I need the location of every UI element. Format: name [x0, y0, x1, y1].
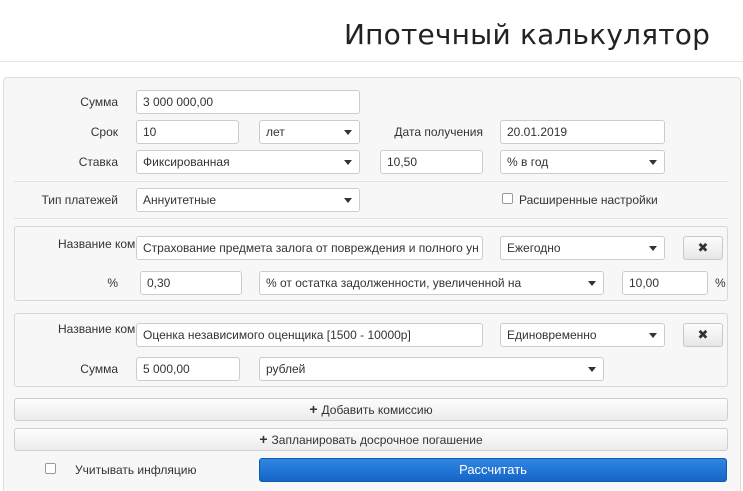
inflation-label: Учитывать инфляцию — [75, 463, 197, 477]
commission-sum-label: Сумма — [80, 362, 118, 376]
add-commission-button[interactable]: + Добавить комиссию — [14, 398, 728, 421]
payment-type-select[interactable]: Аннуитетные — [136, 188, 360, 212]
commission-base-select[interactable]: % от остатка задолженности, увеличенной … — [259, 271, 604, 295]
payment-type-value: Аннуитетные — [143, 193, 217, 207]
commission-period-select[interactable]: Единовременно — [500, 323, 665, 347]
commission-percent-input[interactable]: 0,30 — [140, 271, 242, 295]
commission-extra-input[interactable]: 10,00 — [622, 271, 708, 295]
received-date-label: Дата получения — [394, 125, 483, 139]
commission-currency-value: рублей — [266, 362, 306, 376]
commission-period-value: Единовременно — [507, 328, 597, 342]
commission-base-value: % от остатка задолженности, увеличенной … — [266, 276, 522, 290]
term-label: Срок — [90, 125, 118, 139]
commission-percent-label: % — [107, 276, 118, 290]
commission-currency-select[interactable]: рублей — [259, 357, 604, 381]
amount-input[interactable]: 3 000 000,00 — [136, 90, 360, 114]
commission-name-label: Название комиссии — [58, 322, 168, 336]
page-title: Ипотечный калькулятор — [344, 18, 711, 51]
commission-name-label: Название комиссии — [58, 237, 168, 251]
term-unit-select[interactable]: лет — [259, 120, 360, 144]
schedule-prepayment-button[interactable]: + Запланировать досрочное погашение — [14, 428, 728, 451]
commission-name-input[interactable]: Страхование предмета залога от поврежден… — [136, 236, 483, 260]
rate-input[interactable]: 10,50 — [380, 150, 483, 174]
commission-name-input[interactable]: Оценка независимого оценщика [1500 - 100… — [136, 323, 483, 347]
calculate-button[interactable]: Рассчитать — [259, 458, 727, 482]
advanced-settings-label: Расширенные настройки — [519, 193, 658, 207]
rate-type-select[interactable]: Фиксированная — [136, 150, 360, 174]
advanced-settings-checkbox[interactable] — [502, 193, 513, 204]
commission-period-value: Ежегодно — [507, 241, 561, 255]
term-input[interactable]: 10 — [136, 120, 239, 144]
title-divider — [0, 61, 743, 62]
amount-label: Сумма — [80, 95, 118, 109]
plus-icon: + — [309, 401, 318, 417]
received-date-input[interactable]: 20.01.2019 — [500, 120, 665, 144]
remove-commission-button[interactable]: ✖ — [683, 323, 723, 347]
rate-type-value: Фиксированная — [143, 155, 230, 169]
divider — [14, 218, 728, 219]
plus-icon: + — [259, 431, 268, 447]
inflation-checkbox[interactable] — [45, 463, 56, 474]
payment-type-label: Тип платежей — [41, 193, 118, 207]
divider — [14, 181, 728, 182]
close-icon: ✖ — [697, 327, 709, 342]
close-icon: ✖ — [697, 240, 709, 255]
commission-period-select[interactable]: Ежегодно — [500, 236, 665, 260]
remove-commission-button[interactable]: ✖ — [683, 236, 723, 260]
rate-label: Ставка — [78, 155, 118, 169]
rate-unit-value: % в год — [507, 155, 549, 169]
commission-extra-unit: % — [715, 276, 726, 290]
schedule-prepayment-label: Запланировать досрочное погашение — [271, 433, 483, 447]
rate-unit-select[interactable]: % в год — [500, 150, 665, 174]
commission-sum-input[interactable]: 5 000,00 — [136, 357, 240, 381]
add-commission-label: Добавить комиссию — [321, 403, 433, 417]
term-unit-value: лет — [266, 125, 285, 139]
